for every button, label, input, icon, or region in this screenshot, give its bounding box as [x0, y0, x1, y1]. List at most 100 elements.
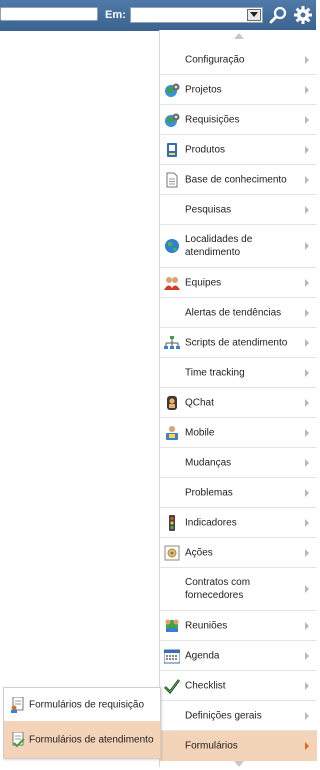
search-button[interactable] [268, 5, 288, 25]
menu-item-label: Pesquisas [185, 204, 232, 215]
search-input[interactable] [0, 7, 98, 21]
team-icon [164, 276, 180, 290]
chevron-right-icon [305, 175, 309, 184]
menu-item-label: Requisições [185, 114, 240, 125]
chevron-right-icon [305, 548, 309, 557]
menu-item-label: Checklist [185, 680, 226, 691]
projects-icon [165, 83, 180, 97]
chevron-right-icon [305, 458, 309, 467]
menu-item-qchat[interactable]: QChat [160, 388, 317, 418]
submenu-item-label: Formulários de atendimento [29, 734, 154, 745]
scope-label: Em: [105, 9, 126, 21]
settings-button[interactable] [293, 5, 313, 25]
chat-icon [167, 395, 177, 410]
search-icon [269, 6, 287, 24]
actions-icon [164, 545, 180, 560]
chevron-right-icon [305, 742, 309, 750]
chevron-right-icon [305, 242, 309, 250]
menu-item-equipes[interactable]: Equipes [160, 268, 317, 298]
menu-item-pesquisas[interactable]: Pesquisas [160, 195, 317, 225]
main-menu: Configuração Projetos Requisições Produtos B… [159, 30, 317, 767]
menu-item-label: Reuniões [185, 620, 228, 631]
menu-item-scripts-de-atendimento[interactable]: Scripts de atendimento [160, 328, 317, 358]
forms-submenu: Formulários de requisição Formulários de … [3, 687, 161, 759]
menu-item-label: Localidades de atendimento [185, 234, 253, 258]
service-form-icon [12, 731, 25, 747]
menu-item-label: Scripts de atendimento [185, 337, 288, 348]
menu-item-definicoes-gerais[interactable]: Definições gerais [160, 701, 317, 731]
submenu-item-label: Formulários de requisição [29, 699, 145, 711]
menu-item-label: Equipes [185, 277, 222, 288]
menu-item-label: Mobile [185, 427, 215, 438]
chevron-down-icon[interactable] [247, 9, 261, 21]
scroll-up-icon[interactable] [234, 33, 244, 39]
menu-item-label: Problemas [185, 487, 233, 498]
menu-item-label: Time tracking [185, 367, 245, 378]
menu-item-label: QChat [185, 397, 214, 408]
menu-item-label: Agenda [185, 650, 220, 661]
request-form-icon [11, 697, 24, 713]
menu-item-label: Base de conhecimento [185, 174, 287, 185]
chevron-right-icon [305, 398, 309, 407]
menu-item-reunioes[interactable]: Reuniões [160, 611, 317, 641]
menu-item-acoes[interactable]: Ações [160, 538, 317, 568]
chevron-right-icon [305, 711, 309, 720]
chevron-right-icon [305, 488, 309, 497]
chevron-right-icon [305, 308, 309, 317]
chevron-right-icon [305, 85, 309, 94]
menu-item-contratos-com-fornecedores[interactable]: Contratos com fornecedores [160, 568, 317, 611]
menu-item-label: Definições gerais [185, 710, 262, 721]
menu-item-configuracao[interactable]: Configuração [160, 45, 317, 75]
chevron-right-icon [305, 428, 309, 437]
menu-item-label: Projetos [185, 84, 222, 95]
scroll-down-icon[interactable] [234, 761, 244, 767]
menu-item-mudancas[interactable]: Mudanças [160, 448, 317, 478]
menu-item-label: Alertas de tendências [185, 307, 282, 318]
menu-item-problemas[interactable]: Problemas [160, 478, 317, 508]
menu-item-projetos[interactable]: Projetos [160, 75, 317, 105]
mobile-icon [166, 425, 178, 440]
menu-item-time-tracking[interactable]: Time tracking [160, 358, 317, 388]
menu-item-indicadores[interactable]: Indicadores [160, 508, 317, 538]
chevron-right-icon [305, 55, 309, 64]
chevron-right-icon [305, 115, 309, 124]
menu-item-label: Ações [185, 547, 213, 558]
chevron-right-icon [305, 518, 309, 527]
menu-item-label: Mudanças [185, 457, 232, 468]
chevron-right-icon [305, 278, 309, 287]
knowledge-base-icon [166, 172, 178, 187]
menu-item-requisicoes[interactable]: Requisições [160, 105, 317, 135]
menu-item-label: Configuração [185, 54, 245, 65]
chevron-right-icon [305, 585, 309, 593]
chevron-right-icon [305, 651, 309, 660]
chevron-right-icon [305, 681, 309, 690]
meeting-icon [165, 619, 179, 632]
top-search-bar: Em: [0, 0, 316, 31]
menu-item-label: Formulários [185, 740, 238, 752]
submenu-item-formularios-de-atendimento[interactable]: Formulários de atendimento [4, 721, 160, 758]
menu-item-label: Indicadores [185, 517, 237, 528]
checklist-icon [164, 678, 180, 694]
menu-item-produtos[interactable]: Produtos [160, 135, 317, 165]
chevron-right-icon [305, 368, 309, 377]
menu-item-localidades-de-atendimento[interactable]: Localidades de atendimento [160, 225, 317, 268]
scope-select[interactable] [130, 7, 263, 23]
menu-item-formularios[interactable]: Formulários [160, 731, 317, 761]
calendar-icon [164, 649, 180, 663]
traffic-light-icon [169, 514, 175, 531]
products-icon [167, 142, 177, 157]
submenu-item-formularios-de-requisicao[interactable]: Formulários de requisição [4, 689, 160, 721]
menu-item-label: Contratos com fornecedores [185, 577, 251, 601]
menu-item-checklist[interactable]: Checklist [160, 671, 317, 701]
menu-item-base-de-conhecimento[interactable]: Base de conhecimento [160, 165, 317, 195]
menu-item-label: Produtos [185, 144, 226, 155]
chevron-right-icon [305, 621, 309, 630]
menu-item-mobile[interactable]: Mobile [160, 418, 317, 448]
menu-item-alertas-de-tendencias[interactable]: Alertas de tendências [160, 298, 317, 328]
chevron-right-icon [305, 205, 309, 214]
flowchart-icon [164, 335, 180, 349]
globe-icon [165, 239, 179, 253]
gear-icon [294, 6, 312, 24]
menu-item-agenda[interactable]: Agenda [160, 641, 317, 671]
chevron-right-icon [305, 338, 309, 347]
